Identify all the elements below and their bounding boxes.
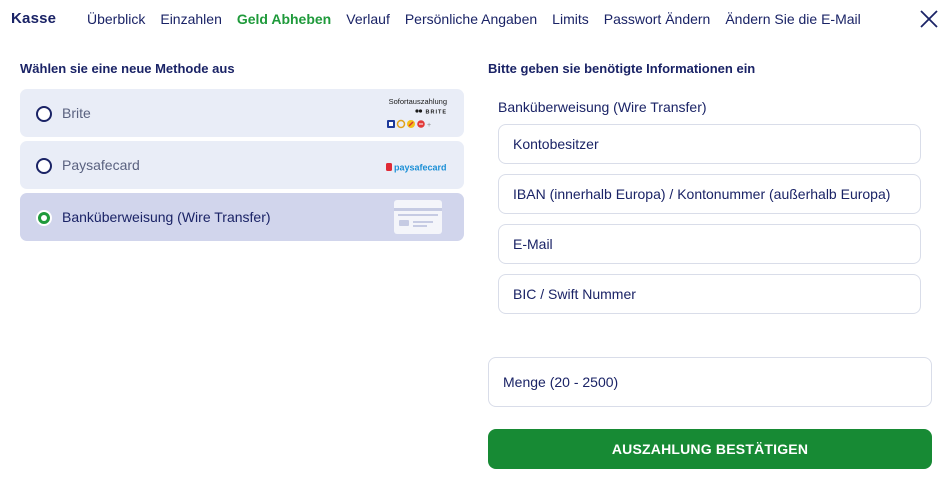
tab-deposit[interactable]: Einzahlen: [160, 11, 222, 27]
method-option-paysafecard[interactable]: Paysafecard paysafecard: [20, 141, 464, 189]
tab-personal-details[interactable]: Persönliche Angaben: [405, 11, 537, 27]
top-bar: Kasse Überblick Einzahlen Geld Abheben V…: [0, 0, 950, 40]
iban-field[interactable]: [498, 174, 921, 214]
form-title: Bitte geben sie benötigte Informationen …: [488, 61, 756, 76]
tab-change-password[interactable]: Passwort Ändern: [604, 11, 711, 27]
method-label: Paysafecard: [62, 157, 140, 173]
tab-limits[interactable]: Limits: [552, 11, 589, 27]
paysafecard-logo-text: paysafecard: [394, 163, 447, 173]
account-owner-field[interactable]: [498, 124, 921, 164]
email-field[interactable]: [498, 224, 921, 264]
bic-input[interactable]: [499, 275, 920, 313]
radio-button[interactable]: [36, 106, 52, 122]
brite-logo: Sofortauszahlung BRITE +: [387, 96, 449, 130]
confirm-withdrawal-button[interactable]: AUSZAHLUNG BESTÄTIGEN: [488, 429, 932, 469]
paysafecard-logo: paysafecard: [386, 160, 448, 173]
tab-change-email[interactable]: Ändern Sie die E-Mail: [725, 11, 860, 27]
method-label: Banküberweisung (Wire Transfer): [62, 209, 271, 225]
tab-overview[interactable]: Überblick: [87, 11, 145, 27]
methods-title: Wählen sie eine neue Methode aus: [20, 61, 235, 76]
tab-withdraw[interactable]: Geld Abheben: [237, 11, 331, 27]
form-method-label: Banküberweisung (Wire Transfer): [498, 99, 707, 115]
iban-input[interactable]: [499, 175, 920, 213]
bic-field[interactable]: [498, 274, 921, 314]
account-owner-input[interactable]: [499, 125, 920, 163]
method-option-brite[interactable]: Brite Sofortauszahlung BRITE +: [20, 89, 464, 137]
method-label: Brite: [62, 105, 91, 121]
page-title: Kasse: [11, 10, 57, 27]
amount-input[interactable]: [489, 358, 931, 406]
bank-card-icon: [394, 200, 442, 234]
nav-tabs: Überblick Einzahlen Geld Abheben Verlauf…: [87, 11, 876, 27]
radio-button-checked[interactable]: [36, 210, 52, 226]
brite-logo-line2: BRITE: [426, 110, 448, 116]
tab-history[interactable]: Verlauf: [346, 11, 390, 27]
brite-logo-line1: Sofortauszahlung: [389, 97, 447, 106]
close-icon[interactable]: [918, 8, 940, 30]
radio-button[interactable]: [36, 158, 52, 174]
svg-text:+: +: [427, 122, 431, 129]
amount-field[interactable]: [488, 357, 932, 407]
method-option-bank-transfer[interactable]: Banküberweisung (Wire Transfer): [20, 193, 464, 241]
email-input[interactable]: [499, 225, 920, 263]
